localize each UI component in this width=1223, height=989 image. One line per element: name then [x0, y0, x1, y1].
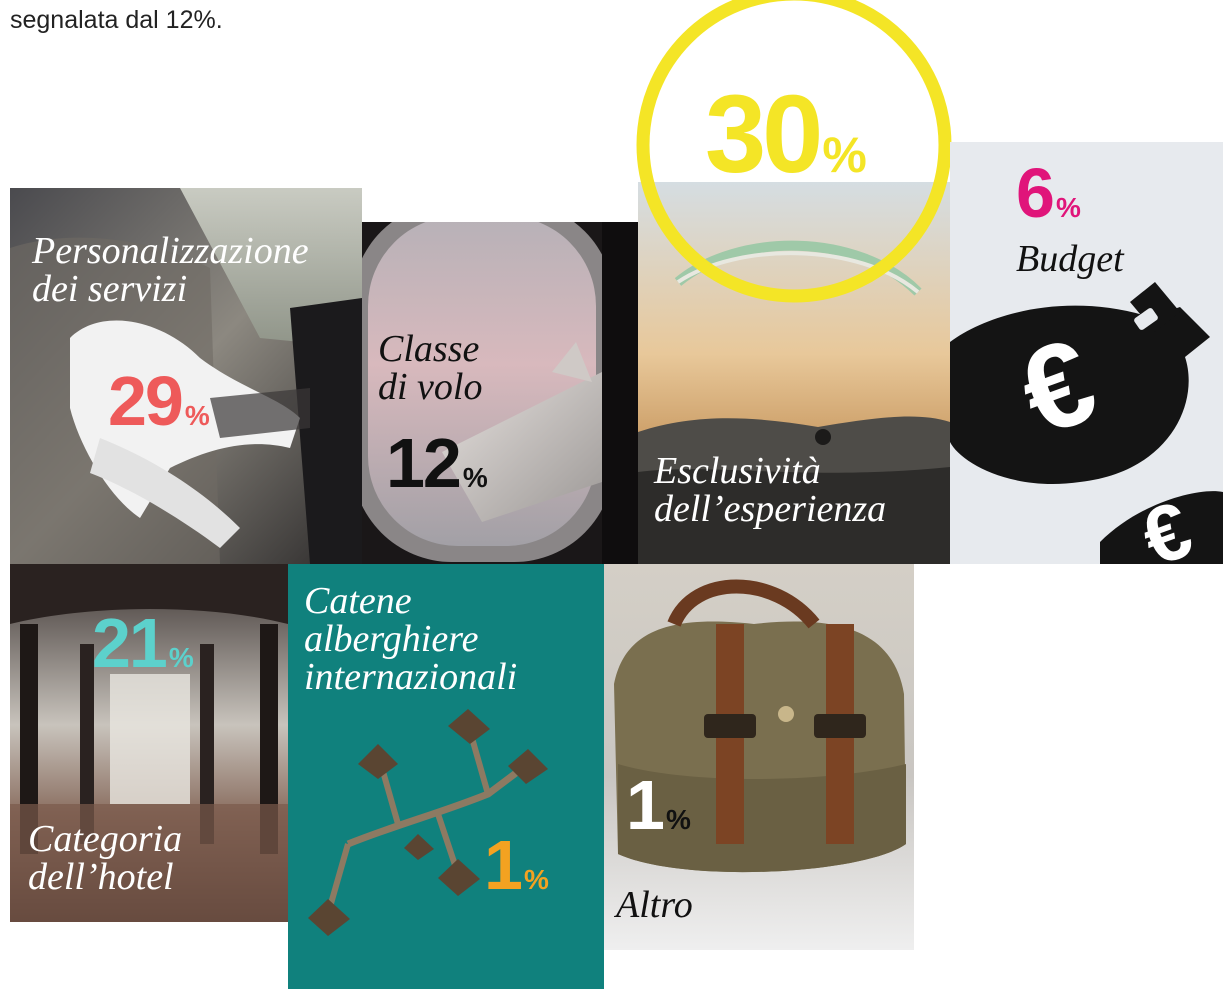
tile-catene-label: Catene alberghiere internazionali	[304, 580, 518, 698]
tile-classe-percentage: 12%	[386, 424, 488, 502]
tile-categoria-label: Categoria dell’hotel	[28, 818, 183, 898]
tile-classe-di-volo: Classe di volo 12%	[362, 222, 638, 564]
tile-personalizzazione-percentage: 29%	[108, 362, 210, 440]
tile-esclusivita-percentage: 30%	[705, 73, 867, 196]
tile-catene-alberghiere: Catene alberghiere internazionali 1%	[288, 564, 604, 989]
intro-text: segnalata dal 12%.	[10, 6, 223, 34]
tile-catene-percentage: 1%	[484, 826, 549, 904]
tile-esclusivita-label: Esclusività dell’esperienza	[654, 450, 887, 530]
tile-altro-label: Altro	[616, 884, 693, 926]
tile-categoria-hotel: 21% Categoria dell’hotel	[10, 564, 288, 922]
tile-budget-label: Budget	[1016, 238, 1124, 280]
tile-altro-percentage: 1%	[626, 766, 691, 844]
money-bag-euro-photo: € €	[950, 142, 1223, 564]
tile-budget-percentage: 6%	[1016, 154, 1081, 232]
tile-personalizzazione: Personalizzazione dei servizi 29%	[10, 188, 362, 564]
tile-budget: € € 6% Budget	[950, 142, 1223, 564]
tile-personalizzazione-label: Personalizzazione dei servizi	[32, 230, 309, 310]
tile-classe-label: Classe di volo	[378, 328, 483, 408]
tile-altro: 1% Altro	[604, 564, 914, 950]
tile-categoria-percentage: 21%	[92, 604, 194, 682]
